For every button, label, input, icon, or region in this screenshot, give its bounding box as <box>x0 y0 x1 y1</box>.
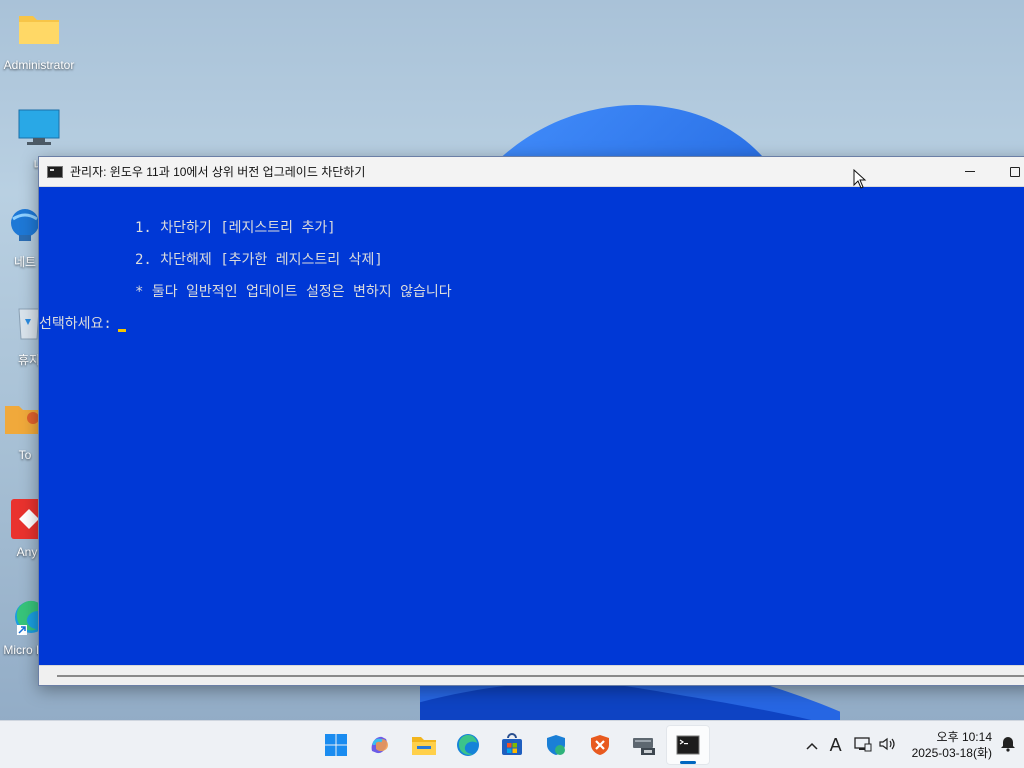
clock-date: 2025-03-18(화) <box>911 746 992 760</box>
system-tray: A 오후 10:14 2025-03-18(화) <box>800 721 1024 768</box>
maximize-icon <box>1009 166 1020 177</box>
terminal-icon <box>676 735 700 755</box>
copilot-icon <box>371 736 388 754</box>
taskbar-clock[interactable]: 오후 10:14 2025-03-18(화) <box>912 729 992 761</box>
console-app-icon <box>47 165 63 178</box>
security-button[interactable] <box>534 725 578 765</box>
edge-icon <box>457 734 479 756</box>
monitor-icon <box>17 108 61 152</box>
command-prompt-window[interactable]: 관리자: 윈도우 11과 10에서 상위 버전 업그레이드 차단하기 1. 차단… <box>38 156 1024 686</box>
folder-icon <box>17 10 61 54</box>
text-cursor <box>117 328 126 332</box>
desktop-icon-label: Administrator <box>3 58 75 72</box>
store-button[interactable] <box>490 725 534 765</box>
window-title: 관리자: 윈도우 11과 10에서 상위 버전 업그레이드 차단하기 <box>70 165 366 179</box>
menu-option-1: 1. 차단하기 [레지스트리 추가] <box>135 220 336 236</box>
maximize-button[interactable] <box>992 157 1024 187</box>
taskbar: A 오후 10:14 2025-03-18(화) <box>0 720 1024 768</box>
menu-note: * 둘다 일반적인 업데이트 설정은 변하지 않습니다 <box>135 284 452 300</box>
volume-icon[interactable] <box>878 736 896 755</box>
network-drive-button[interactable] <box>622 725 666 765</box>
start-button[interactable] <box>314 725 358 765</box>
scrollbar-thumb[interactable] <box>57 675 1024 677</box>
minimize-icon <box>964 171 975 172</box>
store-icon <box>502 733 522 755</box>
mouse-pointer-icon <box>853 169 867 189</box>
minimize-button[interactable] <box>947 157 992 187</box>
horizontal-scrollbar[interactable] <box>39 665 1024 685</box>
file-explorer-icon <box>412 737 436 755</box>
prompt-text: 선택하세요: <box>39 316 112 332</box>
menu-option-2: 2. 차단해제 [추가한 레지스트리 삭제] <box>135 252 383 268</box>
console-output[interactable]: 1. 차단하기 [레지스트리 추가] 2. 차단해제 [추가한 레지스트리 삭제… <box>39 188 1024 666</box>
edge-button[interactable] <box>446 725 490 765</box>
tray-overflow-chevron-icon[interactable] <box>806 737 818 753</box>
terminal-button[interactable] <box>666 725 710 765</box>
prompt-line[interactable]: 선택하세요: <box>39 308 1024 340</box>
antivirus-button[interactable] <box>578 725 622 765</box>
notification-bell-icon[interactable] <box>1000 736 1016 755</box>
window-titlebar[interactable]: 관리자: 윈도우 11과 10에서 상위 버전 업그레이드 차단하기 <box>39 157 1024 187</box>
copilot-button[interactable] <box>358 725 402 765</box>
antivirus-icon <box>591 735 609 755</box>
desktop-icon-administrator[interactable]: Administrator <box>0 10 78 72</box>
start-icon <box>325 734 347 756</box>
file-explorer-button[interactable] <box>402 725 446 765</box>
clock-time: 오후 10:14 <box>936 730 992 744</box>
network-icon[interactable] <box>853 736 872 755</box>
security-icon <box>547 735 565 755</box>
network-drive-icon <box>633 738 655 755</box>
ime-indicator[interactable]: A <box>830 735 842 756</box>
